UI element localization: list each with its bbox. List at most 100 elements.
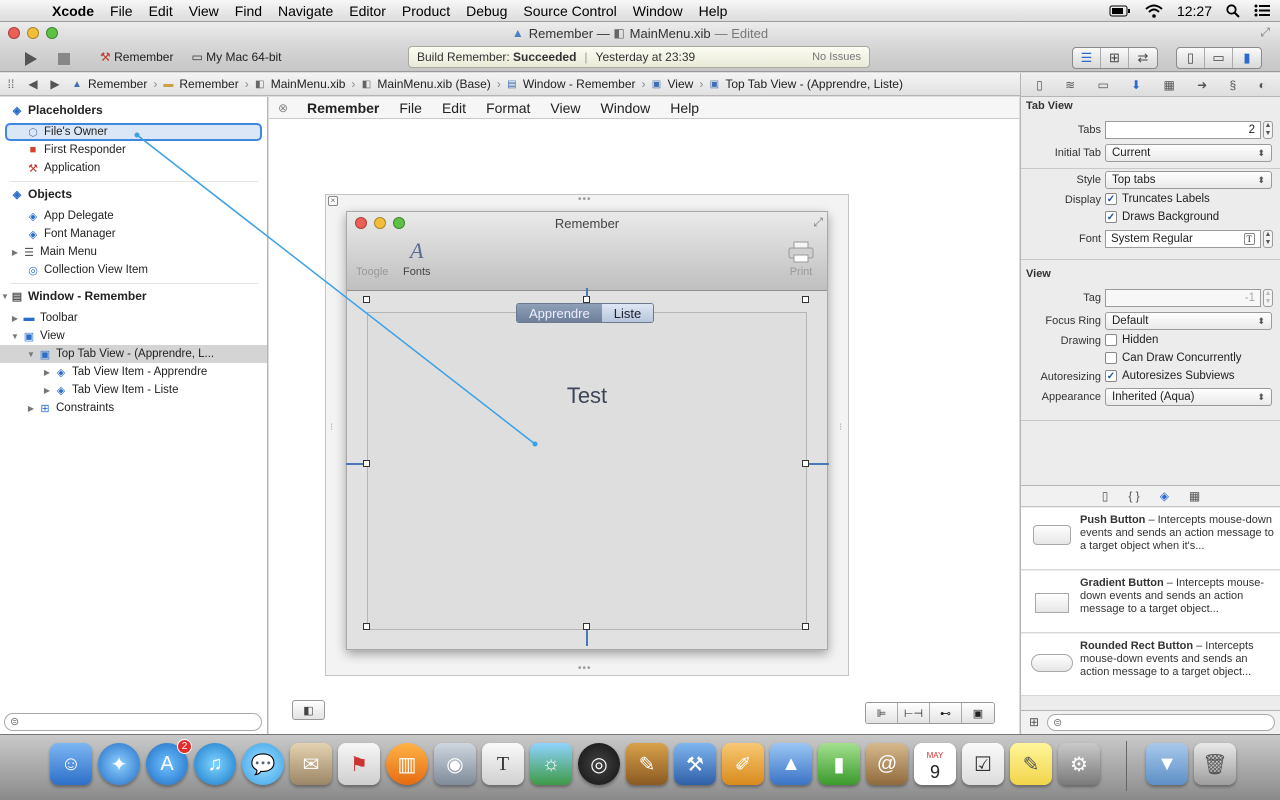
navigator-toggle-icon[interactable]: ▯ (1177, 48, 1205, 68)
attributes-inspector-icon[interactable]: ⬇ (1131, 78, 1141, 92)
tab-apprendre[interactable]: Apprendre (517, 304, 602, 322)
disclosure-triangle-icon[interactable]: ▶ (10, 248, 20, 257)
breadcrumb-tab-view[interactable]: ▣ Top Tab View - (Apprendre, Liste) (707, 77, 903, 91)
toolbar-item-print[interactable]: Print (788, 238, 814, 278)
tab-liste[interactable]: Liste (601, 304, 654, 322)
identity-inspector-icon[interactable]: ▭ (1097, 78, 1108, 92)
app-store-icon[interactable]: A2 (146, 739, 192, 785)
style-popup[interactable]: Top tabs ⬍ (1105, 171, 1272, 189)
frame-side-handle-icon[interactable]: ⁝ (330, 423, 333, 433)
selection-handle[interactable] (363, 460, 370, 467)
menu-view[interactable]: View (181, 3, 227, 19)
activity-issues[interactable]: No Issues (812, 51, 861, 63)
breadcrumb-view[interactable]: ▣ View › (650, 77, 704, 91)
menu-window[interactable]: Window (625, 3, 691, 19)
canvas-menu-edit[interactable]: Edit (432, 100, 476, 116)
outline-view[interactable]: ▼ ▣ View (0, 327, 267, 345)
file-template-library-icon[interactable]: ▯ (1102, 489, 1109, 503)
quick-help-icon[interactable]: ≋ (1065, 78, 1075, 92)
wifi-icon[interactable] (1145, 4, 1163, 18)
system-preferences-icon[interactable]: ⚙ (1058, 743, 1100, 785)
canvas-menu-help[interactable]: Help (660, 100, 709, 116)
file-inspector-icon[interactable]: ▯ (1036, 78, 1043, 92)
maps-icon[interactable]: ⚑ (338, 743, 380, 785)
notes-icon[interactable]: ✎ (1010, 743, 1052, 785)
mail-icon[interactable]: ✉ (290, 743, 332, 785)
menu-debug[interactable]: Debug (458, 3, 515, 19)
scheme-selector[interactable]: ⚒ Remember ▭ My Mac 64-bit (100, 50, 282, 64)
disclosure-triangle-icon[interactable]: ▼ (10, 332, 20, 341)
outline-constraints[interactable]: ▶ ⊞ Constraints (0, 399, 267, 417)
breadcrumb-xib-base[interactable]: ◧ MainMenu.xib (Base) › (359, 77, 501, 91)
remember-fullscreen-icon[interactable]: ⤢ (813, 215, 823, 230)
test-label[interactable]: Test (368, 383, 806, 409)
toolbar-item-fonts[interactable]: A Fonts (403, 238, 431, 278)
outline-collection-view-item[interactable]: ◎ Collection View Item (0, 261, 267, 279)
tag-field[interactable]: -1 (1105, 289, 1261, 307)
finder-icon[interactable]: ☺ (50, 743, 92, 785)
breadcrumb-folder[interactable]: ▬ Remember › (161, 77, 248, 91)
menu-product[interactable]: Product (394, 3, 458, 19)
remember-window[interactable]: Remember ⤢ Toogle A Fonts Print Test App… (346, 211, 829, 650)
resize-handle-bottom-icon[interactable]: ••• (578, 663, 592, 674)
menu-app-xcode[interactable]: Xcode (44, 3, 102, 19)
reminders-icon[interactable]: ☑ (962, 743, 1004, 785)
selection-handle[interactable] (802, 623, 809, 630)
trash-icon[interactable]: 🗑 (1194, 743, 1236, 785)
outline-placeholders-header[interactable]: ◈ Placeholders (0, 101, 267, 119)
canvas-menu-view[interactable]: View (540, 100, 590, 116)
frame-close-icon[interactable]: × (328, 196, 338, 206)
run-button[interactable] (20, 48, 42, 70)
outline-objects-header[interactable]: ◈ Objects (0, 185, 267, 203)
downloads-folder-icon[interactable]: ▼ (1146, 743, 1188, 785)
draws-background-checkbox[interactable]: ✓ Draws Background (1105, 211, 1219, 223)
pages-icon[interactable]: ✐ (722, 743, 764, 785)
breadcrumb-project[interactable]: ▲ Remember › (70, 77, 157, 91)
disclosure-triangle-icon[interactable]: ▼ (0, 292, 10, 301)
utilities-toggle-icon[interactable]: ▮ (1233, 48, 1261, 68)
menu-navigate[interactable]: Navigate (270, 3, 341, 19)
disclosure-triangle-icon[interactable]: ▶ (42, 368, 52, 377)
library-item-push-button[interactable]: Push Button – Intercepts mouse-down even… (1021, 508, 1280, 570)
media-library-icon[interactable]: ▦ (1189, 489, 1200, 503)
appearance-popup[interactable]: Inherited (Aqua) ⬍ (1105, 388, 1272, 406)
outline-first-responder[interactable]: ■ First Responder (0, 141, 267, 159)
tabs-count-field[interactable]: 2 (1105, 121, 1261, 139)
battery-icon[interactable] (1109, 5, 1131, 17)
selection-handle[interactable] (802, 460, 809, 467)
selection-handle[interactable] (363, 296, 370, 303)
resizing-behavior-icon[interactable]: ▣ (962, 703, 994, 723)
font-picker-icon[interactable]: T (1243, 233, 1255, 245)
spotlight-search-icon[interactable] (1226, 3, 1240, 18)
resize-handle-top-icon[interactable]: ••• (578, 194, 592, 205)
font-field[interactable]: System Regular T (1105, 230, 1261, 248)
disclosure-triangle-icon[interactable]: ▶ (26, 404, 36, 413)
textedit-icon[interactable]: T (482, 743, 524, 785)
photo-booth-icon[interactable]: ◉ (434, 743, 476, 785)
can-draw-concurrently-checkbox[interactable]: Can Draw Concurrently (1105, 352, 1242, 364)
close-window-button[interactable] (8, 27, 20, 39)
version-editor-icon[interactable]: ⇄ (1129, 48, 1157, 68)
disclosure-triangle-icon[interactable]: ▼ (26, 350, 36, 359)
menu-find[interactable]: Find (227, 3, 270, 19)
connections-inspector-icon[interactable]: ➜ (1197, 78, 1207, 92)
library-search-input[interactable]: ⊜ (1047, 714, 1275, 731)
ibooks-icon[interactable]: ▥ (386, 743, 428, 785)
menu-help[interactable]: Help (691, 3, 736, 19)
resolve-issues-icon[interactable]: ⊷ (930, 703, 962, 723)
related-items-icon[interactable]: ⁞⁞ (0, 77, 22, 91)
standard-editor-icon[interactable]: ☰ (1073, 48, 1101, 68)
clock[interactable]: 12:27 (1177, 3, 1212, 19)
zoom-window-button[interactable] (46, 27, 58, 39)
outline-toolbar[interactable]: ▶ ▬ Toolbar (0, 309, 267, 327)
align-icon[interactable]: ⊫ (866, 703, 898, 723)
outline-window-remember[interactable]: ▼ ▤ Window - Remember (0, 287, 267, 305)
library-item-gradient-button[interactable]: Gradient Button – Intercepts mouse-down … (1021, 571, 1280, 633)
menu-edit[interactable]: Edit (141, 3, 181, 19)
outline-tab-item-apprendre[interactable]: ▶ ◈ Tab View Item - Apprendre (0, 363, 267, 381)
outline-tab-item-liste[interactable]: ▶ ◈ Tab View Item - Liste (0, 381, 267, 399)
itunes-icon[interactable]: ♫ (194, 743, 236, 785)
assistant-editor-icon[interactable]: ⊞ (1101, 48, 1129, 68)
fullscreen-icon[interactable]: ⤢ (1260, 25, 1270, 40)
truncates-labels-checkbox[interactable]: ✓ Truncates Labels (1105, 193, 1210, 205)
